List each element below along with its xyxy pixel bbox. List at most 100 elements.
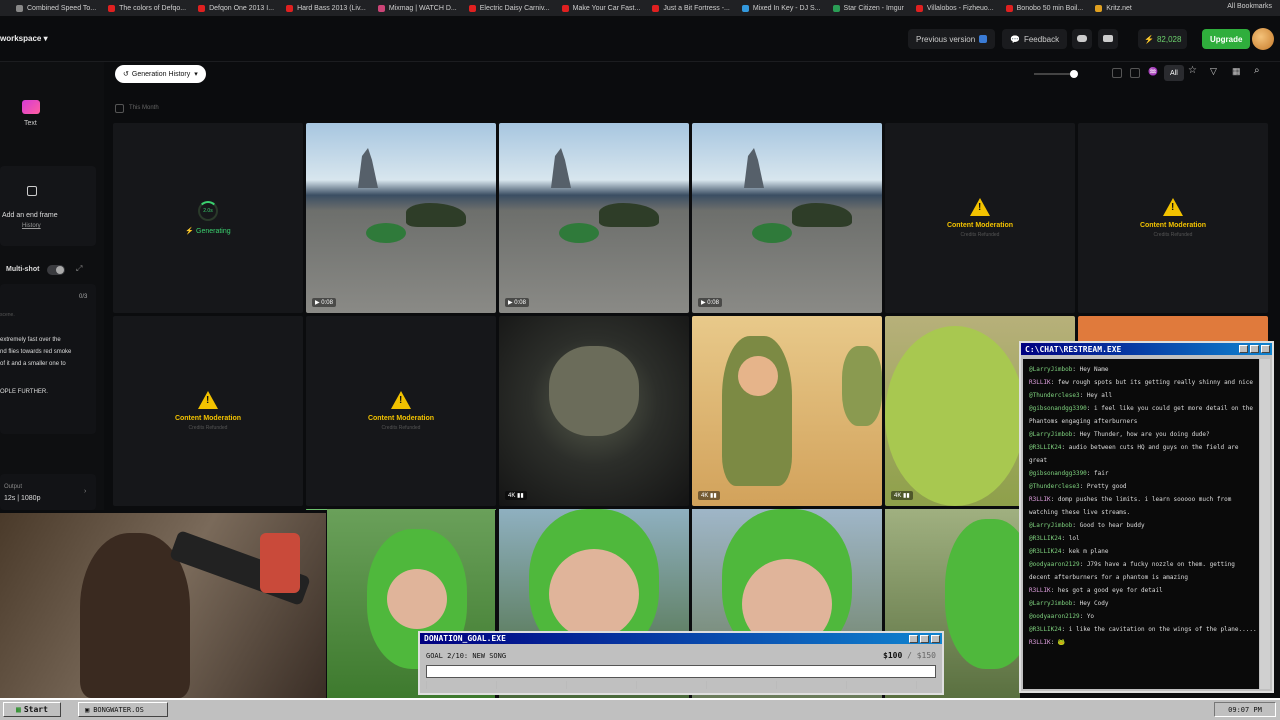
bookmark-item[interactable]: The colors of Defqo... — [108, 4, 187, 12]
moderated-tile[interactable]: Content Moderation Credits Refunded — [113, 316, 303, 506]
maximize-icon[interactable] — [1250, 345, 1259, 353]
bookmark-favicon-icon — [915, 4, 923, 12]
multishot-toggle[interactable] — [47, 265, 65, 275]
bookmark-favicon-icon — [108, 4, 116, 12]
bookmark-item[interactable]: Mixmag | WATCH D... — [377, 4, 457, 12]
text-mode-icon[interactable] — [22, 100, 40, 114]
chat-bubble-icon: 💬 — [1010, 34, 1020, 44]
image-filter-icon[interactable] — [1112, 68, 1122, 78]
chevron-right-icon: › — [84, 488, 87, 495]
output-settings[interactable]: Output 12s | 1080p › — [0, 474, 96, 510]
previous-version-button[interactable]: Previous version — [908, 29, 996, 49]
youtube-button[interactable] — [1098, 29, 1118, 49]
warning-icon — [1163, 198, 1183, 216]
video-filter-icon[interactable] — [1130, 68, 1140, 78]
chat-text: Good to hear buddy — [1079, 522, 1145, 529]
expand-icon[interactable]: ⤢ — [76, 264, 82, 274]
minimize-icon[interactable] — [1239, 345, 1248, 353]
donation-goal-window: DONATION_GOAL.EXE GOAL 2/10: NEW SONG $1… — [418, 631, 944, 695]
feedback-button[interactable]: 💬 Feedback — [1002, 29, 1068, 49]
chat-text: Hey Cody — [1079, 600, 1109, 607]
bolt-icon: ⚡ — [1144, 34, 1154, 44]
bookmark-label: Just a Bit Fortress -... — [663, 4, 730, 12]
end-frame-panel[interactable]: Add an end frame History — [0, 166, 96, 246]
bookmark-favicon-icon — [377, 4, 385, 12]
donation-title-bar: DONATION_GOAL.EXE — [420, 633, 942, 644]
bookmark-item[interactable]: Defqon One 2013 I... — [198, 4, 275, 12]
bookmark-item[interactable]: Mixed In Key - DJ S... — [741, 4, 821, 12]
bookmark-label: The colors of Defqo... — [119, 4, 187, 12]
grid-icon[interactable]: ▦ — [1232, 66, 1241, 77]
bookmark-item[interactable]: Electric Daisy Carniv... — [468, 4, 550, 12]
frog-character — [549, 346, 639, 436]
helicopter — [599, 203, 659, 227]
chat-text: Hey Thunder, how are you doing dude? — [1079, 431, 1210, 438]
zoom-slider-handle[interactable] — [1070, 70, 1078, 78]
generation-history-dropdown[interactable]: ↺ Generation History ▾ — [115, 65, 206, 83]
moderated-tile[interactable]: Content Moderation Credits Refunded — [885, 123, 1075, 313]
upgrade-button[interactable]: Upgrade — [1202, 29, 1251, 49]
filter-icon[interactable]: ▽ — [1210, 66, 1217, 77]
bookmark-favicon-icon — [652, 4, 660, 12]
prompt-panel[interactable]: 0/3 scene. extremely fast over the nd fl… — [0, 284, 96, 434]
bookmark-item[interactable]: Star Citizen - Imgur — [832, 4, 904, 12]
search-icon[interactable]: ⌕ — [1254, 65, 1260, 76]
history-link[interactable]: History — [22, 223, 41, 229]
video-thumbnail[interactable]: ▶ 0:08 — [692, 123, 882, 313]
bookmark-item[interactable]: Combined Speed To... — [16, 4, 96, 12]
video-thumbnail[interactable]: ▶ 0:08 — [306, 123, 496, 313]
star-icon[interactable]: ☆ — [1188, 65, 1197, 76]
start-button[interactable]: ▦ Start — [3, 702, 61, 717]
credits-display[interactable]: ⚡ 82,028 — [1138, 29, 1188, 49]
chat-scrollbar[interactable] — [1260, 359, 1270, 689]
all-filter-button[interactable]: All — [1164, 65, 1184, 81]
maximize-icon[interactable] — [920, 634, 929, 643]
moderated-tile[interactable]: Content Moderation Credits Refunded — [306, 316, 496, 506]
bookmark-favicon-icon — [741, 4, 749, 12]
video-thumbnail[interactable]: ▶ 0:08 — [499, 123, 689, 313]
bookmark-favicon-icon — [1095, 4, 1103, 12]
chat-text: Hey Name — [1079, 366, 1109, 373]
avatar[interactable] — [1252, 28, 1274, 50]
close-icon[interactable] — [931, 634, 940, 643]
bookmark-item[interactable]: Kritz.net — [1095, 4, 1132, 12]
image-add-icon — [27, 186, 37, 196]
select-month-checkbox[interactable] — [115, 104, 124, 113]
chat-username: R3LLIK — [1029, 379, 1051, 386]
workspace-selector[interactable]: workspace ▾ — [0, 34, 48, 43]
bookmark-item[interactable]: Hard Bass 2013 (Liv... — [286, 4, 366, 12]
donation-progress-bar — [426, 665, 936, 678]
close-icon[interactable] — [1261, 345, 1270, 353]
taskbar-task[interactable]: ▣ BONGWATER.OS — [78, 702, 168, 717]
chat-message: R3LLIK: 🐸 — [1029, 639, 1066, 646]
bookmark-item[interactable]: Bonobo 50 min Boil... — [1005, 4, 1083, 12]
minimize-icon[interactable] — [909, 634, 918, 643]
all-bookmarks[interactable]: All Bookmarks — [1227, 3, 1272, 10]
chat-username: @LarryJimbob — [1029, 431, 1073, 438]
start-label: Start — [23, 705, 48, 714]
bookmark-item[interactable]: Villalobos - Fizheuo... — [915, 4, 994, 12]
carrier-island — [744, 148, 764, 188]
video-thumbnail[interactable]: 4K ▮▮ — [692, 316, 882, 506]
character-face — [738, 356, 778, 396]
discord-button[interactable] — [1072, 29, 1092, 49]
bookmark-item[interactable]: Just a Bit Fortress -... — [652, 4, 730, 12]
history-icon: ↺ — [123, 71, 129, 78]
moderated-tile[interactable]: Content Moderation Credits Refunded — [1078, 123, 1268, 313]
video-thumbnail[interactable]: 4K ▮▮ — [499, 316, 689, 506]
bookmark-label: Defqon One 2013 I... — [209, 4, 275, 12]
bookmark-favicon-icon — [468, 4, 476, 12]
audio-filter-icon[interactable]: ♒ — [1148, 67, 1158, 76]
moderation-note: Credits Refunded — [960, 232, 1000, 238]
bookmark-item[interactable]: Make Your Car Fast... — [561, 4, 640, 12]
bookmark-label: Mixed In Key - DJ S... — [752, 4, 821, 12]
chat-message: @Thunderclese3: Pretty good — [1029, 483, 1127, 490]
bookmark-label: Villalobos - Fizheuo... — [926, 4, 994, 12]
chat-window[interactable]: C:\CHAT\RESTREAM.EXE @LarryJimbob: Hey N… — [1019, 341, 1274, 693]
bookmark-favicon-icon — [16, 4, 23, 12]
bookmark-label: Star Citizen - Imgur — [843, 4, 904, 12]
bookmark-label: Hard Bass 2013 (Liv... — [297, 4, 366, 12]
chat-message: @R3LLIK24: audio between cuts HQ and guy… — [1029, 444, 1239, 464]
zoom-slider[interactable] — [1034, 70, 1078, 78]
generating-tile[interactable]: 2.0s ⚡ Generating — [113, 123, 303, 313]
